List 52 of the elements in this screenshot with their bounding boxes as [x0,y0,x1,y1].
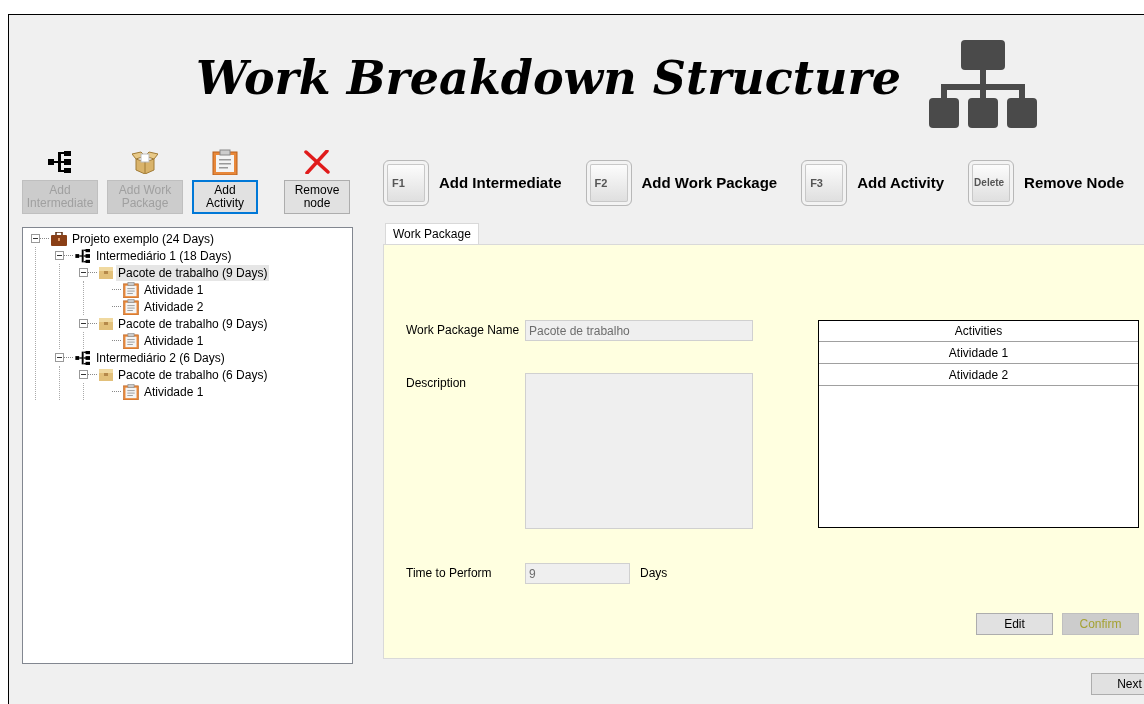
table-cell: Atividade 1 [819,342,1138,364]
delete-icon [304,148,330,176]
clipboard-icon [123,298,139,315]
org-chart-icon [929,40,1037,128]
tree-item[interactable]: Atividade 2 [142,298,206,315]
app-title: Work Breakdown Structure [196,51,901,105]
next-button[interactable]: Next [1091,673,1144,695]
box-icon [132,148,158,176]
keyboard-key: F3 [801,159,848,206]
hierarchy-icon [48,148,72,176]
field-label: Work Package Name [406,322,521,339]
clipboard-icon [123,281,139,298]
collapse-icon[interactable] [55,251,64,260]
unit-label: Days [640,565,668,582]
tree-item[interactable]: Atividade 1 [142,332,206,349]
collapse-icon[interactable] [55,353,64,362]
tree-item[interactable]: Projeto exemplo (24 Days) [70,230,217,247]
tab[interactable]: Work Package [385,223,479,244]
tree-item[interactable]: Intermediário 1 (18 Days) [94,247,234,264]
keyboard-key: F1 [383,159,429,206]
box-icon [99,266,113,279]
tree-item[interactable]: Pacote de trabalho (9 Days) [116,315,270,332]
shortcut-label: Add Work Package [641,174,778,191]
keyboard-key: Delete [968,159,1015,206]
shortcut-label: Remove Node [1024,174,1125,191]
table-cell: Atividade 2 [819,364,1138,386]
tree-item[interactable]: Atividade 1 [142,281,206,298]
hierarchy-icon [75,350,91,365]
box-icon [99,368,113,381]
shortcut-label: Add Intermediate [439,174,562,191]
keyboard-key: F2 [585,159,632,206]
box-icon [99,317,113,330]
tree-item[interactable]: Intermediário 2 (6 Days) [94,349,227,366]
hierarchy-icon [75,248,91,263]
collapse-icon[interactable] [31,234,40,243]
tree-item[interactable]: Pacote de trabalho (9 Days) [116,264,270,281]
shortcut-label: Add Activity [857,174,945,191]
clipboard-icon [123,383,139,400]
field-label: Time to Perform [406,565,493,582]
collapse-icon[interactable] [79,319,88,328]
collapse-icon[interactable] [79,370,88,379]
tree-item[interactable]: Atividade 1 [142,383,206,400]
toolbar-button[interactable]: Add Activity [192,180,258,214]
toolbar-button[interactable]: Remove node [284,180,350,214]
clipboard-icon [212,148,238,176]
tree-item[interactable]: Pacote de trabalho (6 Days) [116,366,270,383]
collapse-icon[interactable] [79,268,88,277]
field-label: Description [406,375,468,392]
briefcase-icon [51,231,67,246]
column-header: Activities [819,321,1138,342]
clipboard-icon [123,332,139,349]
form-button[interactable]: Edit [976,613,1053,635]
